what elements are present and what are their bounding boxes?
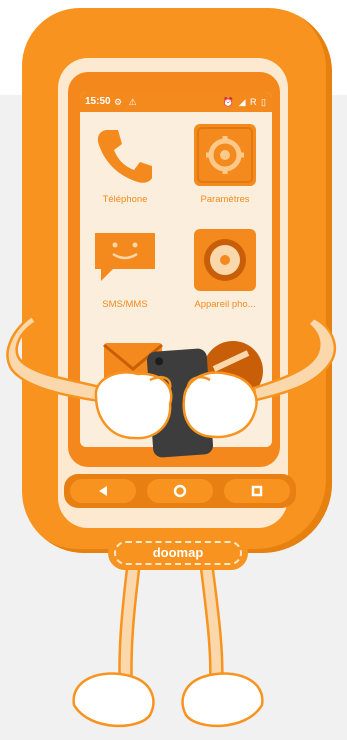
right-hand bbox=[182, 371, 258, 439]
left-hand bbox=[94, 371, 173, 440]
hands bbox=[94, 371, 258, 440]
